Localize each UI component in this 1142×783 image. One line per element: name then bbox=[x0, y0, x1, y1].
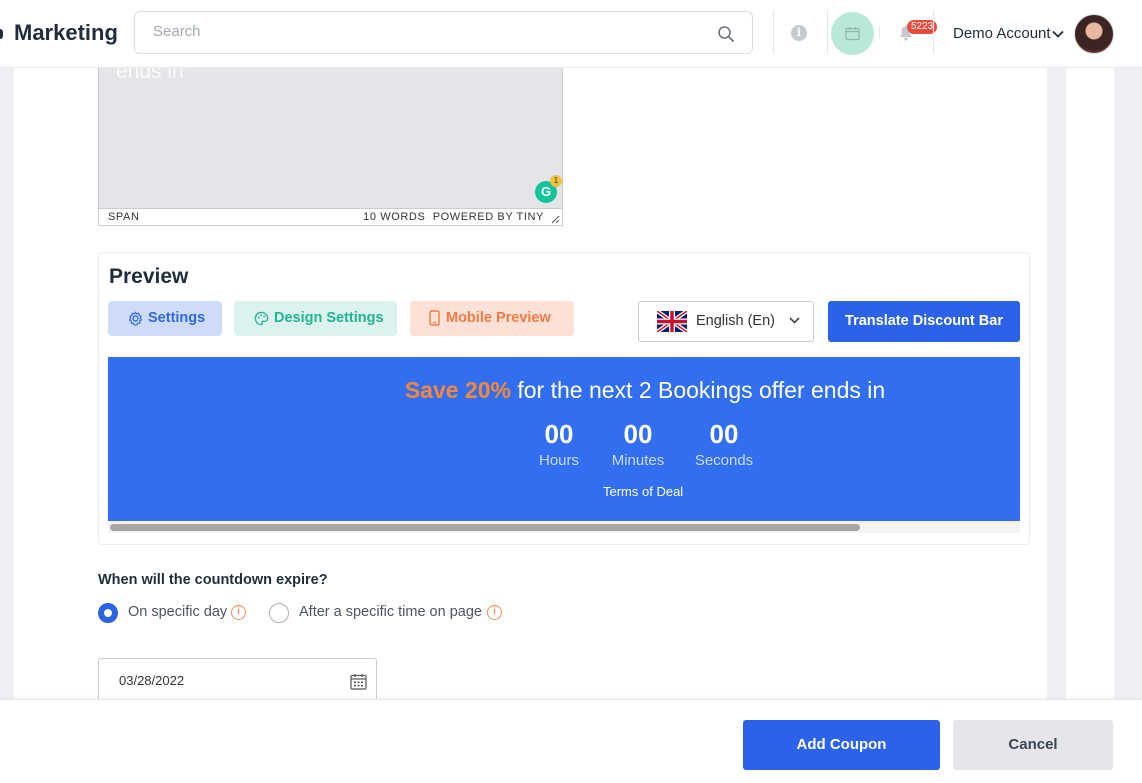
right-panel bbox=[1066, 68, 1114, 703]
sidebar-toggle[interactable] bbox=[0, 29, 3, 39]
mobile-phone-icon bbox=[429, 310, 440, 326]
palette-icon bbox=[254, 311, 269, 325]
translate-discount-bar-button[interactable]: Translate Discount Bar bbox=[828, 301, 1020, 342]
divider bbox=[933, 10, 934, 54]
search-input[interactable] bbox=[153, 23, 693, 40]
divider bbox=[827, 10, 828, 54]
radio-specific-day[interactable] bbox=[98, 603, 118, 623]
info-icon[interactable]: i bbox=[791, 25, 807, 41]
footer-action-bar: Add Coupon Cancel bbox=[0, 699, 1142, 783]
radio-specific-time[interactable] bbox=[269, 603, 289, 623]
design-settings-label: Design Settings bbox=[274, 310, 384, 326]
gear-icon bbox=[128, 311, 143, 326]
horizontal-scrollbar[interactable] bbox=[108, 521, 1020, 533]
settings-button[interactable]: Settings bbox=[108, 301, 222, 336]
editor-content-area[interactable]: ends in G 1 bbox=[99, 68, 562, 208]
radio-label-specific-day[interactable]: On specific day bbox=[128, 604, 227, 620]
cancel-button[interactable]: Cancel bbox=[953, 720, 1113, 770]
account-name[interactable]: Demo Account bbox=[953, 25, 1051, 42]
mobile-preview-button[interactable]: Mobile Preview bbox=[410, 301, 574, 336]
settings-label: Settings bbox=[148, 310, 206, 326]
chevron-down-icon[interactable] bbox=[1052, 30, 1064, 38]
avatar[interactable] bbox=[1074, 14, 1114, 54]
scrollbar-thumb[interactable] bbox=[110, 524, 860, 531]
search-box[interactable] bbox=[134, 11, 753, 54]
calendar-icon[interactable] bbox=[350, 673, 367, 690]
left-panel bbox=[14, 68, 79, 703]
calendar-button[interactable] bbox=[831, 12, 874, 55]
offer-text: for the next 2 Bookings offer ends in bbox=[510, 377, 886, 403]
divider bbox=[773, 10, 774, 54]
save-percentage: Save 20% bbox=[404, 377, 511, 403]
preview-title: Preview bbox=[109, 265, 189, 288]
date-picker-field[interactable] bbox=[98, 658, 377, 704]
rich-text-editor[interactable]: ends in G 1 SPAN 10 WORDS POWERED BY TIN… bbox=[98, 68, 563, 226]
countdown-seconds: 00 Seconds bbox=[684, 419, 764, 469]
page-title: Marketing bbox=[14, 20, 118, 45]
radio-label-specific-time[interactable]: After a specific time on page bbox=[299, 604, 482, 620]
word-count: 10 WORDS POWERED BY TINY bbox=[363, 211, 544, 223]
discount-headline: Save 20% for the next 2 Bookings offer e… bbox=[108, 377, 1029, 404]
top-bar: Marketing i 5223 Demo Account bbox=[0, 0, 1142, 68]
preview-card: Preview Settings Design Settings Mobile … bbox=[98, 252, 1030, 545]
countdown-label: Seconds bbox=[694, 452, 754, 469]
discount-bar-preview: Save 20% for the next 2 Bookings offer e… bbox=[108, 357, 1020, 521]
chevron-down-icon bbox=[789, 317, 800, 324]
mobile-preview-label: Mobile Preview bbox=[446, 310, 551, 326]
countdown-value: 00 bbox=[623, 419, 653, 449]
countdown-value: 00 bbox=[544, 419, 574, 449]
countdown-value: 00 bbox=[709, 419, 739, 449]
countdown-label: Minutes bbox=[611, 452, 665, 469]
resize-handle-icon[interactable] bbox=[551, 215, 560, 224]
countdown-hours: 00 Hours bbox=[519, 419, 599, 469]
terms-of-deal-link[interactable]: Terms of Deal bbox=[603, 484, 683, 499]
date-input[interactable] bbox=[119, 673, 319, 688]
info-icon[interactable]: i bbox=[487, 605, 502, 620]
selected-language: English (En) bbox=[696, 313, 775, 329]
countdown-expire-question: When will the countdown expire? bbox=[98, 572, 328, 588]
editor-text: ends in bbox=[116, 68, 184, 83]
countdown-label: Hours bbox=[538, 452, 579, 469]
search-icon[interactable] bbox=[717, 25, 735, 43]
language-select[interactable]: English (En) bbox=[638, 301, 814, 342]
uk-flag-icon bbox=[657, 311, 687, 332]
divider bbox=[879, 27, 880, 39]
info-icon[interactable]: i bbox=[231, 605, 246, 620]
editor-statusbar: SPAN 10 WORDS POWERED BY TINY bbox=[99, 208, 562, 225]
calendar-icon bbox=[845, 27, 860, 41]
grammarly-count-badge: 1 bbox=[550, 175, 562, 187]
countdown-minutes: 00 Minutes bbox=[598, 419, 678, 469]
design-settings-button[interactable]: Design Settings bbox=[234, 301, 397, 336]
add-coupon-button[interactable]: Add Coupon bbox=[743, 720, 940, 770]
element-path[interactable]: SPAN bbox=[108, 211, 140, 223]
